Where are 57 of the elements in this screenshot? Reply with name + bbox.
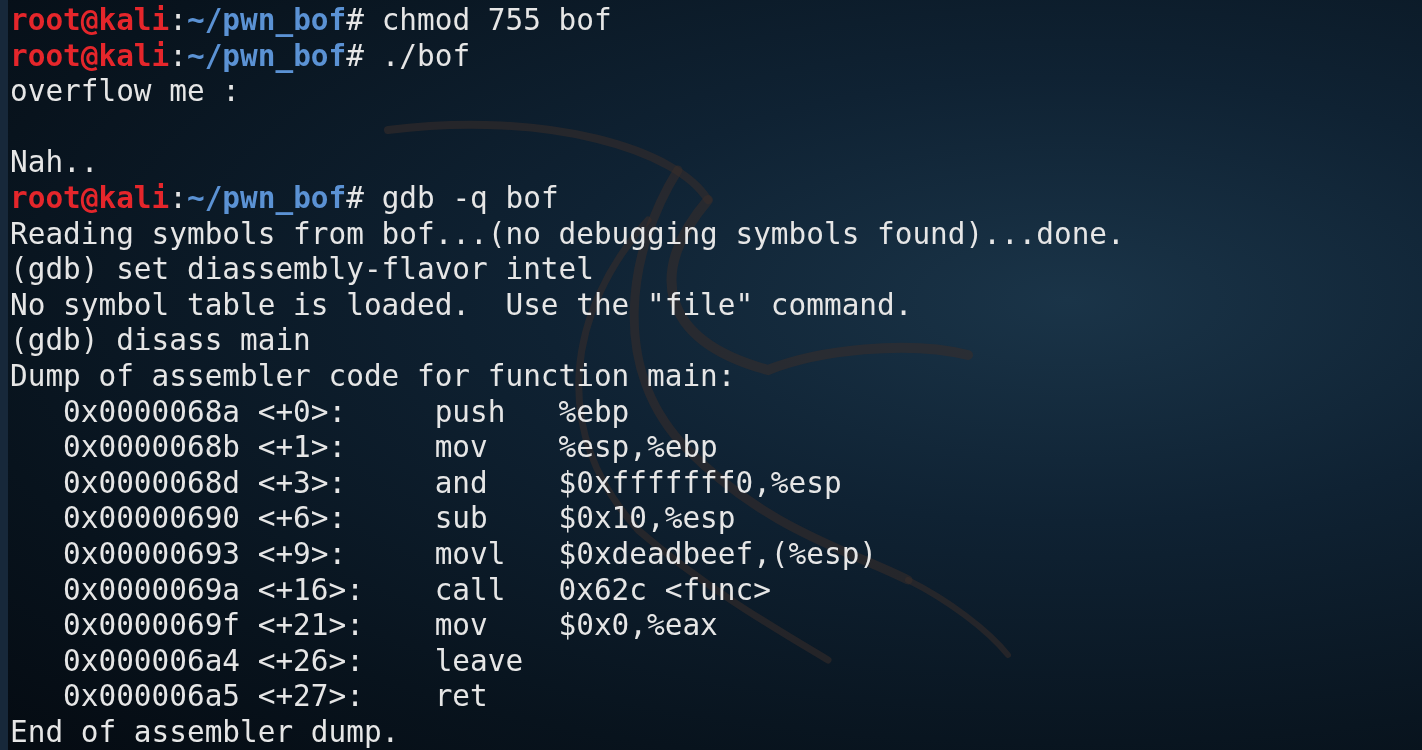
output-text: Nah.. (10, 145, 99, 181)
asm-offset: <+16>: (257, 572, 364, 607)
asm-operands: $0xfffffff0,%esp (558, 465, 842, 502)
output-text: overflow me : (10, 74, 241, 110)
asm-address: 0x0000069f (63, 608, 241, 643)
asm-offset: <+26>: (257, 643, 364, 678)
prompt-user-host: root@kali (10, 180, 170, 217)
asm-operands: $0x0,%eax (558, 608, 718, 644)
asm-mnemonic: movl (434, 536, 506, 571)
prompt-symbol: # (346, 180, 364, 217)
asm-mnemonic: mov (434, 430, 488, 465)
asm-mnemonic: mov (434, 608, 488, 643)
asm-mnemonic: ret (434, 679, 488, 714)
asm-offset: <+21>: (257, 608, 364, 643)
prompt-separator: : (169, 38, 187, 75)
prompt-user-host: root@kali (10, 3, 170, 39)
output-text: (gdb) disass main (10, 323, 311, 359)
asm-operands: %ebp (558, 394, 630, 431)
asm-address: 0x0000069a (63, 572, 241, 607)
asm-mnemonic: call (434, 572, 506, 607)
asm-mnemonic: sub (434, 501, 488, 536)
asm-address: 0x0000068a (63, 394, 241, 429)
asm-operands: $0x10,%esp (558, 501, 736, 537)
output-text: No symbol table is loaded. Use the "file" command. (10, 287, 913, 324)
asm-operands: %esp,%ebp (558, 430, 718, 466)
prompt-user-host: root@kali (10, 38, 170, 75)
command-text: ./bof (381, 38, 471, 75)
asm-address: 0x000006a4 (63, 643, 241, 678)
command-text: gdb -q bof (381, 180, 559, 217)
asm-mnemonic: push (434, 394, 506, 429)
asm-offset: <+1>: (257, 430, 347, 465)
output-text: Dump of assembler code for function main: (10, 358, 736, 395)
asm-address: 0x0000068b (63, 430, 241, 465)
asm-address: 0x0000068d (63, 465, 241, 500)
asm-offset: <+27>: (257, 679, 364, 714)
asm-address: 0x00000693 (63, 536, 241, 571)
asm-offset: <+6>: (257, 501, 347, 536)
asm-operands: 0x62c <func> (558, 572, 771, 609)
output-text: Reading symbols from bof...(no debugging symbols found)...done. (10, 216, 1125, 253)
prompt-separator: : (169, 3, 187, 39)
asm-offset: <+0>: (257, 394, 347, 429)
prompt-separator: : (169, 180, 187, 217)
prompt-path: ~/pwn_bof (186, 180, 347, 217)
command-text: chmod 755 bof (381, 3, 612, 39)
asm-offset: <+3>: (257, 465, 347, 500)
asm-mnemonic: and (434, 465, 488, 500)
output-text: End of assembler dump. (10, 714, 400, 750)
asm-operands: $0xdeadbeef,(%esp) (558, 536, 878, 573)
prompt-path: ~/pwn_bof (186, 3, 347, 39)
output-text: (gdb) set diassembly-flavor intel (10, 252, 594, 288)
prompt-path: ~/pwn_bof (186, 38, 347, 75)
asm-address: 0x00000690 (63, 501, 241, 536)
asm-address: 0x000006a5 (63, 679, 241, 714)
prompt-symbol: # (346, 38, 364, 75)
asm-offset: <+9>: (257, 536, 347, 571)
prompt-symbol: # (346, 3, 364, 39)
asm-mnemonic: leave (434, 643, 524, 678)
